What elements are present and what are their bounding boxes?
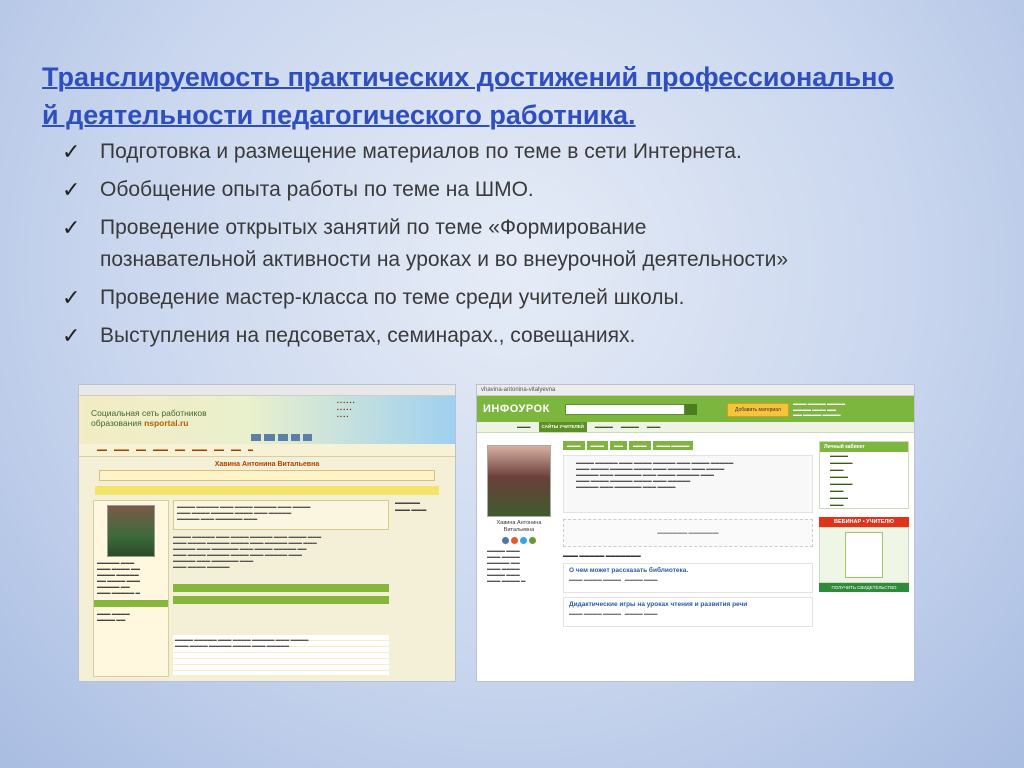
social-icon (529, 537, 536, 544)
notice-bar (95, 486, 439, 495)
material-card: О чем может рассказать библиотека. ▬▬▬ ▬… (563, 563, 813, 593)
certificate-preview (819, 527, 909, 583)
checkmark-icon: ✓ (62, 323, 81, 348)
profile-subtitle (99, 470, 435, 481)
browser-url-bar: vhavina-antonina-vitalyevna (477, 385, 914, 396)
bullet-item: ✓ Выступления на педсоветах, семинарах.,… (62, 320, 982, 352)
material-title: Дидактические игры на уроках чтения и ра… (569, 601, 748, 608)
search-icon (685, 404, 697, 415)
bullet-item: ✓ Подготовка и размещение материалов по … (62, 136, 982, 168)
profile-photo (107, 505, 155, 557)
section-band (173, 584, 389, 592)
bullet-text: Обобщение опыта работы по теме на ШМО. (100, 178, 534, 201)
bullet-list: ✓ Подготовка и размещение материалов по … (62, 136, 982, 358)
material-meta: ▬▬▬ ▬▬▬▬ ▬▬▬▬ ▬▬▬▬ ▬▬▬ (569, 611, 658, 616)
site-menu: ▬▬ ▬▬▬ ▬▬ ▬▬▬ ▬▬ ▬▬▬ ▬▬ ▬▬ ▬ (79, 444, 455, 457)
material-title: О чем может рассказать библиотека. (569, 567, 689, 574)
bullet-item: ✓ Проведение мастер-класса по теме среди… (62, 282, 982, 314)
checkmark-icon: ✓ (62, 139, 81, 164)
webinar-banner: ВЕБИНАР • УЧИТЕЛЮ (819, 517, 909, 527)
about-text: ▬▬▬▬ ▬▬▬▬▬ ▬▬▬ ▬▬▬▬ ▬▬▬▬▬ ▬▬▬ ▬▬▬▬ ▬▬▬▬▬… (563, 455, 813, 513)
section-band (173, 596, 389, 604)
profile-tabs: ▬▬▬ ▬▬▬ ▬▬ ▬▬▬ ▬▬▬ ▬▬▬▬ (563, 441, 813, 450)
bullet-text: Подготовка и размещение материалов по те… (100, 140, 742, 163)
top-nav (251, 434, 312, 441)
infourok-screenshot: vhavina-antonina-vitalyevna ИНФОУРОК Доб… (477, 385, 914, 681)
profile-lower-text: ▬▬▬▬ ▬▬▬▬▬ ▬▬▬ ▬▬▬▬ ▬▬▬▬▬ ▬▬▬ ▬▬▬▬ ▬▬▬ ▬▬… (173, 635, 389, 675)
material-card: Дидактические игры на уроках чтения и ра… (563, 597, 813, 627)
header-note: ▬▬▬ ▬▬▬▬ ▬▬▬▬ ▬▬▬▬ ▬▬▬ ▬▬ ▬▬ ▬▬▬▬ ▬▬▬▬ (793, 401, 846, 417)
nsportal-screenshot: Социальная сеть работников образования n… (79, 385, 455, 681)
social-icon (502, 537, 509, 544)
browser-url-bar (79, 385, 455, 396)
teacher-sidebar: Хавина Антонина Витальевна ▬▬▬▬ ▬▬▬ ▬▬▬ ▬… (481, 441, 557, 677)
bullet-text: познавательной активности на уроках и во… (100, 248, 789, 271)
title-line-2: й деятельности педагогического работника… (42, 100, 636, 130)
site-logo: Социальная сеть работников образования n… (91, 408, 207, 428)
checkmark-icon: ✓ (62, 215, 81, 240)
section-title: ▬▬▬ ▬▬▬▬▬ ▬▬▬▬▬▬▬ (563, 553, 641, 559)
bullet-item: ✓ Проведение открытых занятий по теме «Ф… (62, 212, 982, 276)
bullet-text: Проведение мастер-класса по теме среди у… (100, 286, 685, 309)
checkmark-icon: ✓ (62, 285, 81, 310)
site-banner: Социальная сеть работников образования n… (79, 396, 455, 444)
certificate-image (845, 532, 883, 578)
teacher-name: Хавина Антонина Витальевна (496, 520, 542, 533)
site-nav: ▬▬▬ САЙТЫ УЧИТЕЛЕЙ ▬▬▬▬ ▬▬▬▬ ▬▬▬ (477, 422, 914, 433)
profile-quote: ▬▬▬▬ ▬▬▬▬▬ ▬▬▬ ▬▬▬▬ ▬▬▬▬▬ ▬▬▬ ▬▬▬▬ ▬▬▬ ▬▬… (173, 500, 389, 530)
slide-title: Транслируемость практических достижений … (42, 58, 992, 134)
add-material-button: Добавить материал (727, 403, 789, 417)
material-meta: ▬▬▬ ▬▬▬▬ ▬▬▬▬ ▬▬▬▬ ▬▬▬ (569, 577, 658, 582)
personal-cabinet: Личный кабинет ▬▬▬▬ ▬▬▬▬▬ ▬▬▬ ▬▬▬▬ ▬▬▬▬▬… (819, 441, 909, 509)
site-header: ИНФОУРОК Добавить материал ▬▬▬ ▬▬▬▬ ▬▬▬▬… (477, 396, 914, 422)
social-icon (511, 537, 518, 544)
site-logo: ИНФОУРОК (483, 403, 550, 415)
get-certificate-button: ПОЛУЧИТЬ СВИДЕТЕЛЬСТВО (819, 583, 909, 592)
search-input (565, 404, 685, 415)
teacher-info: ▬▬▬▬ ▬▬▬ ▬▬▬ ▬▬▬▬ ▬▬▬▬▬ ▬▬ ▬▬▬ ▬▬▬▬ ▬▬▬▬ ▬▬▬… (487, 548, 526, 583)
title-line-1: Транслируемость практических достижений … (42, 62, 894, 92)
bullet-text: Выступления на педсоветах, семинарах., с… (100, 324, 636, 347)
teacher-photo (487, 445, 551, 517)
sidebar-green-bar (94, 600, 168, 607)
teacher-right-column: Личный кабинет ▬▬▬▬ ▬▬▬▬▬ ▬▬▬ ▬▬▬▬ ▬▬▬▬▬… (819, 441, 909, 677)
upload-zone: ▬▬▬▬▬▬ ▬▬▬▬▬▬ (563, 519, 813, 547)
profile-right-column: ▬▬▬▬▬ ▬▬▬ ▬▬▬ (395, 500, 427, 513)
checkmark-icon: ✓ (62, 177, 81, 202)
teacher-content: ▬▬▬ ▬▬▬ ▬▬ ▬▬▬ ▬▬▬ ▬▬▬▬ ▬▬▬▬ ▬▬▬▬▬ ▬▬▬ ▬▬▬▬ … (563, 441, 813, 677)
social-icon (520, 537, 527, 544)
profile-info: ▬▬▬▬▬ ▬▬▬ ▬▬▬ ▬▬▬▬ ▬▬ ▬▬▬▬ ▬▬▬▬▬ ▬▬ ▬▬▬▬ ▬▬… (97, 560, 141, 595)
nav-item-active: САЙТЫ УЧИТЕЛЕЙ (538, 422, 587, 432)
banner-links: ▪ ▪ ▪ ▪ ▪ ▪ ▪ ▪ ▪ ▪ ▪ ▪ ▪ ▪ ▪ (337, 400, 355, 420)
profile-name: Хавина Антонина Витальевна (214, 461, 320, 468)
profile-text: ▬▬▬▬ ▬▬▬▬▬ ▬▬▬ ▬▬▬▬ ▬▬▬▬▬ ▬▬▬ ▬▬▬▬ ▬▬▬ ▬▬… (173, 534, 322, 569)
bullet-text: Проведение открытых занятий по теме «Фор… (100, 216, 647, 239)
cabinet-title: Личный кабинет (820, 442, 908, 452)
social-icons (481, 537, 557, 544)
bullet-item: ✓ Обобщение опыта работы по теме на ШМО. (62, 174, 982, 206)
profile-sidebar: ▬▬▬▬▬ ▬▬▬ ▬▬▬ ▬▬▬▬ ▬▬ ▬▬▬▬ ▬▬▬▬▬ ▬▬ ▬▬▬▬ ▬▬… (93, 500, 169, 677)
